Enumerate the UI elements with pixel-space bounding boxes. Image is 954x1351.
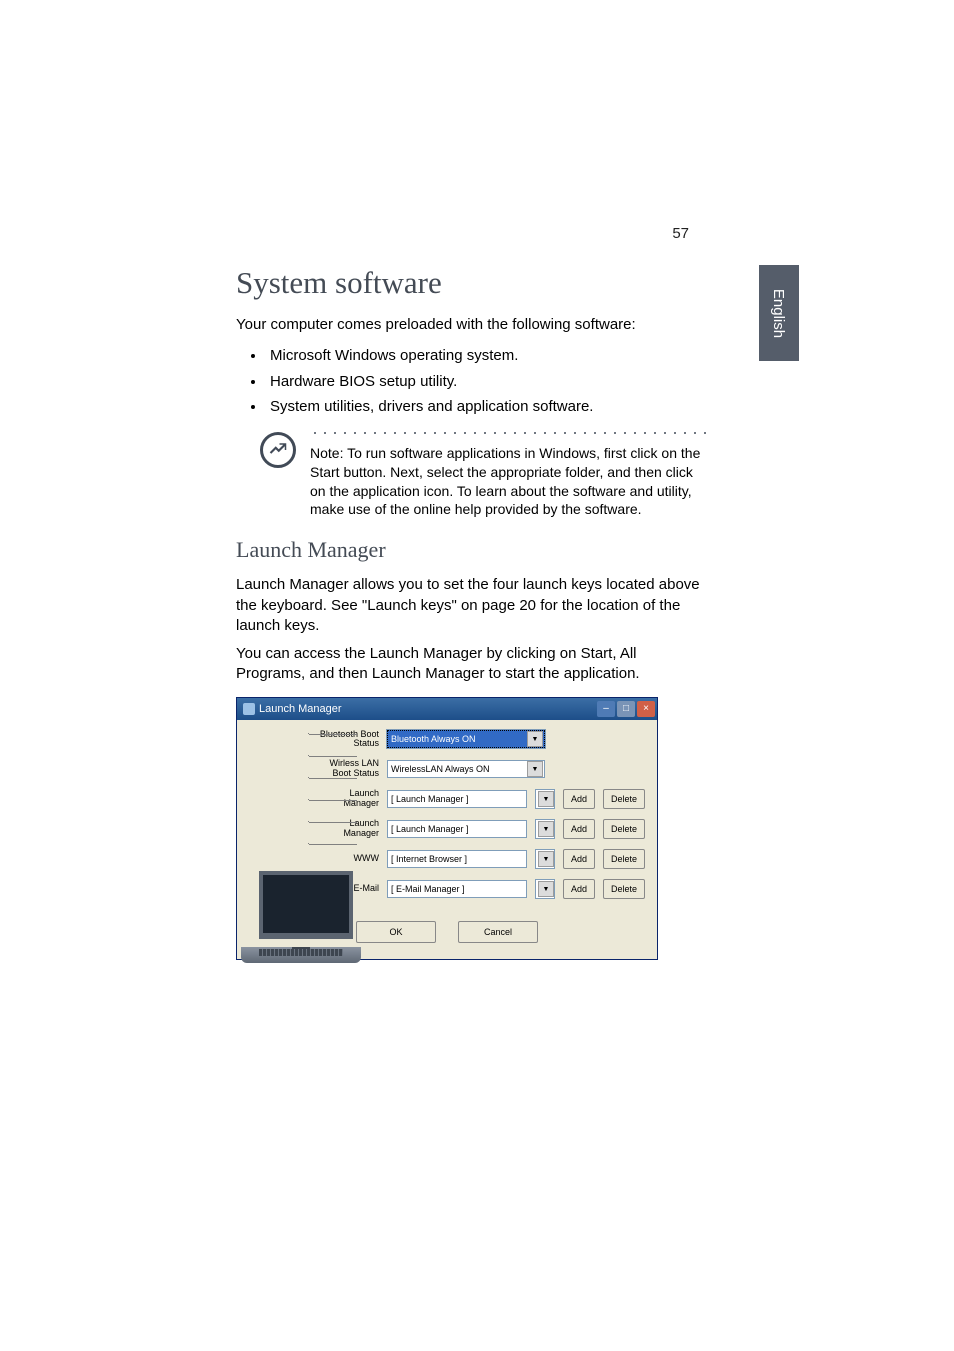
input-value: [ Launch Manager ]: [391, 824, 469, 834]
delete-button[interactable]: Delete: [603, 819, 645, 839]
close-button[interactable]: ×: [637, 701, 655, 717]
row-bluetooth: Bluetooth Boot Status Bluetooth Always O…: [317, 730, 645, 750]
row-launch2: Launch Manager [ Launch Manager ] ▼ Add …: [317, 819, 645, 839]
row-www: WWW [ Internet Browser ] ▼ Add Delete: [317, 849, 645, 869]
language-tab: English: [759, 265, 799, 361]
launch-manager-p1: Launch Manager allows you to set the fou…: [236, 575, 706, 636]
bluetooth-select[interactable]: Bluetooth Always ON ▼: [387, 730, 545, 748]
add-button[interactable]: Add: [563, 849, 595, 869]
language-tab-label: English: [771, 288, 788, 337]
select-value: WirelessLAN Always ON: [391, 764, 490, 774]
chevron-down-icon: ▼: [538, 881, 554, 897]
list-item: Microsoft Windows operating system.: [266, 343, 706, 369]
divider-dots: [310, 430, 710, 436]
row-email: E-Mail [ E-Mail Manager ] ▼ Add Delete: [317, 879, 645, 899]
email-dropdown[interactable]: ▼: [535, 879, 555, 899]
cancel-button[interactable]: Cancel: [458, 921, 538, 943]
add-button[interactable]: Add: [563, 879, 595, 899]
www-dropdown[interactable]: ▼: [535, 849, 555, 869]
page-number: 57: [672, 225, 689, 242]
note-icon: [260, 432, 296, 468]
launch2-input[interactable]: [ Launch Manager ]: [387, 820, 527, 838]
launch2-dropdown[interactable]: ▼: [535, 819, 555, 839]
add-button[interactable]: Add: [563, 819, 595, 839]
software-list: Microsoft Windows operating system. Hard…: [236, 343, 706, 420]
chevron-down-icon: ▼: [538, 851, 554, 867]
email-input[interactable]: [ E-Mail Manager ]: [387, 880, 527, 898]
delete-button[interactable]: Delete: [603, 789, 645, 809]
window-title: Launch Manager: [259, 703, 342, 715]
list-item: System utilities, drivers and applicatio…: [266, 394, 706, 420]
chevron-down-icon: ▼: [538, 791, 554, 807]
input-value: [ Internet Browser ]: [391, 854, 467, 864]
heading-system-software: System software: [236, 265, 706, 301]
www-input[interactable]: [ Internet Browser ]: [387, 850, 527, 868]
row-launch1: Launch Manager [ Launch Manager ] ▼ Add …: [317, 789, 645, 809]
window-titlebar[interactable]: Launch Manager – □ ×: [237, 698, 657, 720]
chevron-down-icon[interactable]: ▼: [527, 731, 543, 747]
ok-button[interactable]: OK: [356, 921, 436, 943]
row-label: WWW: [317, 854, 379, 864]
select-value: Bluetooth Always ON: [391, 734, 476, 744]
minimize-button[interactable]: –: [597, 701, 615, 717]
laptop-diagram: [249, 730, 301, 910]
launch-manager-p2: You can access the Launch Manager by cli…: [236, 644, 706, 685]
heading-launch-manager: Launch Manager: [236, 537, 706, 563]
input-value: [ Launch Manager ]: [391, 794, 469, 804]
launch-manager-window: Launch Manager – □ ×: [236, 697, 658, 961]
add-button[interactable]: Add: [563, 789, 595, 809]
launch1-input[interactable]: [ Launch Manager ]: [387, 790, 527, 808]
list-item: Hardware BIOS setup utility.: [266, 369, 706, 395]
delete-button[interactable]: Delete: [603, 849, 645, 869]
chevron-down-icon[interactable]: ▼: [527, 761, 543, 777]
chevron-down-icon: ▼: [538, 821, 554, 837]
main-content: System software Your computer comes prel…: [236, 265, 706, 960]
window-icon: [243, 703, 255, 715]
wlan-select[interactable]: WirelessLAN Always ON ▼: [387, 760, 545, 778]
note-block: Note: To run software applications in Wi…: [260, 430, 706, 520]
note-text: Note: To run software applications in Wi…: [310, 444, 710, 520]
intro-text: Your computer comes preloaded with the f…: [236, 315, 706, 335]
row-wlan: Wirless LAN Boot Status WirelessLAN Alwa…: [317, 759, 645, 779]
launch1-dropdown[interactable]: ▼: [535, 789, 555, 809]
maximize-button[interactable]: □: [617, 701, 635, 717]
delete-button[interactable]: Delete: [603, 879, 645, 899]
input-value: [ E-Mail Manager ]: [391, 884, 465, 894]
